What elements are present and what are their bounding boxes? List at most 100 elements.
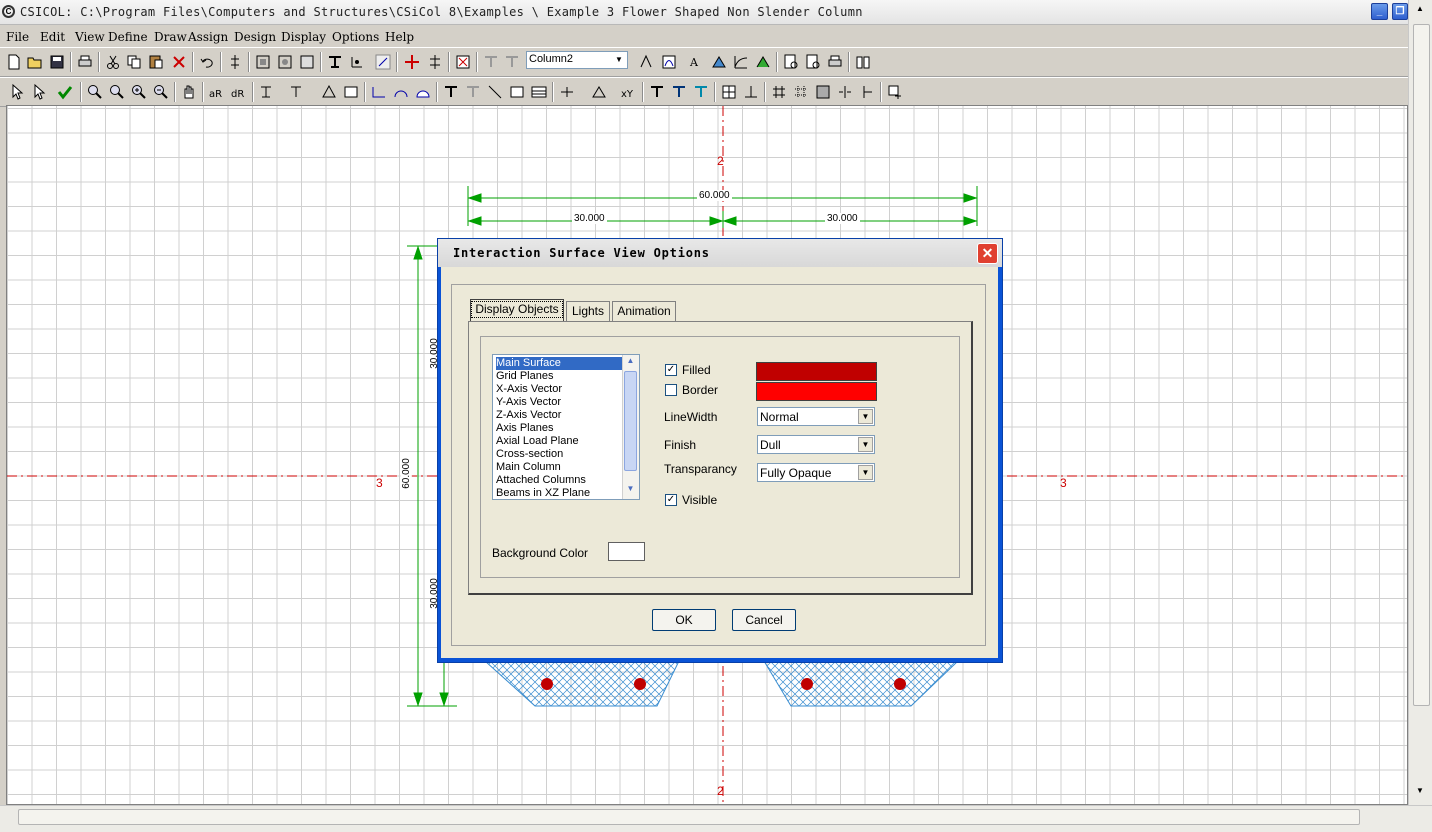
pointer-icon[interactable] <box>8 83 26 101</box>
app-icon[interactable]: C <box>2 5 15 18</box>
list-item[interactable]: Axial Load Plane <box>496 435 622 448</box>
material-icon[interactable] <box>298 53 316 71</box>
snap-middle-icon[interactable] <box>836 83 854 101</box>
linewidth-select[interactable]: Normal ▼ <box>757 407 875 426</box>
vertical-scroll-thumb[interactable] <box>1413 24 1430 706</box>
align-icon[interactable] <box>426 53 444 71</box>
select-column-teal-icon[interactable] <box>692 83 710 101</box>
rebar-line-icon[interactable] <box>558 83 576 101</box>
menu-define[interactable]: Define <box>108 30 148 44</box>
moment-curvature-icon[interactable] <box>732 53 750 71</box>
report-icon[interactable] <box>782 53 800 71</box>
restore-button[interactable]: ❐ <box>1392 3 1408 20</box>
pan-icon[interactable] <box>180 83 198 101</box>
list-item[interactable]: Z-Axis Vector <box>496 409 622 422</box>
chevron-down-icon[interactable]: ▼ <box>858 409 873 424</box>
menu-display[interactable]: Display <box>281 30 326 44</box>
minimize-button[interactable]: _ <box>1371 3 1388 20</box>
tab-animation[interactable]: Animation <box>612 301 676 321</box>
run-check-icon[interactable] <box>56 83 74 101</box>
draw-shape-icon[interactable] <box>508 83 526 101</box>
add-point-icon[interactable] <box>886 83 904 101</box>
rotate-right-icon[interactable]: dR <box>230 83 248 101</box>
chevron-down-icon[interactable]: ▼ <box>612 53 626 67</box>
scroll-down-icon[interactable]: ▼ <box>1412 786 1428 804</box>
scroll-up-icon[interactable]: ▲ <box>624 356 637 369</box>
paste-icon[interactable] <box>147 53 165 71</box>
snap-grid-icon[interactable] <box>720 83 738 101</box>
list-item[interactable]: Y-Axis Vector <box>496 396 622 409</box>
section-designer-icon[interactable] <box>276 53 294 71</box>
menu-help[interactable]: Help <box>385 30 414 44</box>
visible-checkbox[interactable]: ✓ <box>665 494 677 506</box>
background-color-swatch[interactable] <box>608 542 645 561</box>
list-scroll-thumb[interactable] <box>624 371 637 471</box>
open-folder-icon[interactable] <box>26 53 44 71</box>
cut-icon[interactable] <box>104 53 122 71</box>
menu-assign[interactable]: Assign <box>188 30 228 44</box>
copy-icon[interactable] <box>125 53 143 71</box>
chevron-down-icon[interactable]: ▼ <box>858 437 873 452</box>
rebar-point-icon[interactable]: xY <box>620 83 638 101</box>
scroll-down-icon[interactable]: ▼ <box>624 484 637 497</box>
draw-section-icon[interactable] <box>342 83 360 101</box>
snap-end-icon[interactable] <box>858 83 876 101</box>
column-a-icon[interactable] <box>482 53 500 71</box>
vertical-scrollbar[interactable]: ▲ ▼ <box>1408 0 1432 805</box>
transparency-select[interactable]: Fully Opaque ▼ <box>757 463 875 482</box>
menu-design[interactable]: Design <box>234 30 276 44</box>
new-file-icon[interactable] <box>5 53 23 71</box>
rotate-left-icon[interactable]: aR <box>208 83 226 101</box>
reshape-icon[interactable] <box>30 83 48 101</box>
finish-select[interactable]: Dull ▼ <box>757 435 875 454</box>
draw-arc-icon[interactable] <box>392 83 410 101</box>
list-item[interactable]: Axis Planes <box>496 422 622 435</box>
menu-view[interactable]: View <box>75 30 105 44</box>
stress-plot-icon[interactable] <box>754 53 772 71</box>
filled-color-swatch[interactable] <box>756 362 877 381</box>
rebar-area-icon[interactable] <box>590 83 608 101</box>
section-properties-icon[interactable] <box>254 53 272 71</box>
display-objects-list[interactable]: Main Surface Grid Planes X-Axis Vector Y… <box>492 354 640 500</box>
tab-lights[interactable]: Lights <box>566 301 610 321</box>
zoom-out-icon[interactable] <box>152 83 170 101</box>
draw-tee-icon[interactable] <box>288 83 306 101</box>
column-b-icon[interactable] <box>503 53 521 71</box>
check-model-icon[interactable] <box>454 53 472 71</box>
border-checkbox[interactable] <box>665 384 677 396</box>
preview-icon[interactable] <box>804 53 822 71</box>
cancel-button[interactable]: Cancel <box>732 609 796 631</box>
print-icon[interactable] <box>76 53 94 71</box>
draw-circle-icon[interactable] <box>414 83 432 101</box>
select-column-blue-icon[interactable] <box>670 83 688 101</box>
draw-rectangle-icon[interactable] <box>258 83 276 101</box>
scroll-up-icon[interactable]: ▲ <box>1412 4 1428 22</box>
save-icon[interactable] <box>48 53 66 71</box>
draw-angle-icon[interactable] <box>370 83 388 101</box>
list-item[interactable]: Cross-section <box>496 448 622 461</box>
undo-icon[interactable] <box>198 53 216 71</box>
select-column-icon[interactable] <box>648 83 666 101</box>
list-item[interactable]: Main Surface <box>496 357 622 370</box>
zoom-restore-icon[interactable] <box>108 83 126 101</box>
list-item[interactable]: Main Column <box>496 461 622 474</box>
column-shape-icon[interactable] <box>326 53 344 71</box>
help-book-icon[interactable] <box>854 53 872 71</box>
loads-icon[interactable] <box>374 53 392 71</box>
draw-beam-icon[interactable] <box>486 83 504 101</box>
zoom-in-icon[interactable] <box>130 83 148 101</box>
interaction-surface-icon[interactable] <box>637 53 655 71</box>
pm-curve-icon[interactable] <box>660 53 678 71</box>
refresh-view-icon[interactable] <box>226 53 244 71</box>
rebar-icon[interactable] <box>348 53 366 71</box>
list-item[interactable]: Grid Planes <box>496 370 622 383</box>
column-selector[interactable]: Column2 ▼ <box>526 51 628 69</box>
delete-icon[interactable] <box>170 53 188 71</box>
zoom-window-icon[interactable] <box>86 83 104 101</box>
draw-table-icon[interactable] <box>530 83 548 101</box>
menu-draw[interactable]: Draw <box>154 30 187 44</box>
tab-display-objects[interactable]: Display Objects <box>470 299 564 321</box>
horizontal-scroll-thumb[interactable] <box>18 809 1360 825</box>
grid-lines-icon[interactable] <box>770 83 788 101</box>
surface-3d-icon[interactable] <box>710 53 728 71</box>
